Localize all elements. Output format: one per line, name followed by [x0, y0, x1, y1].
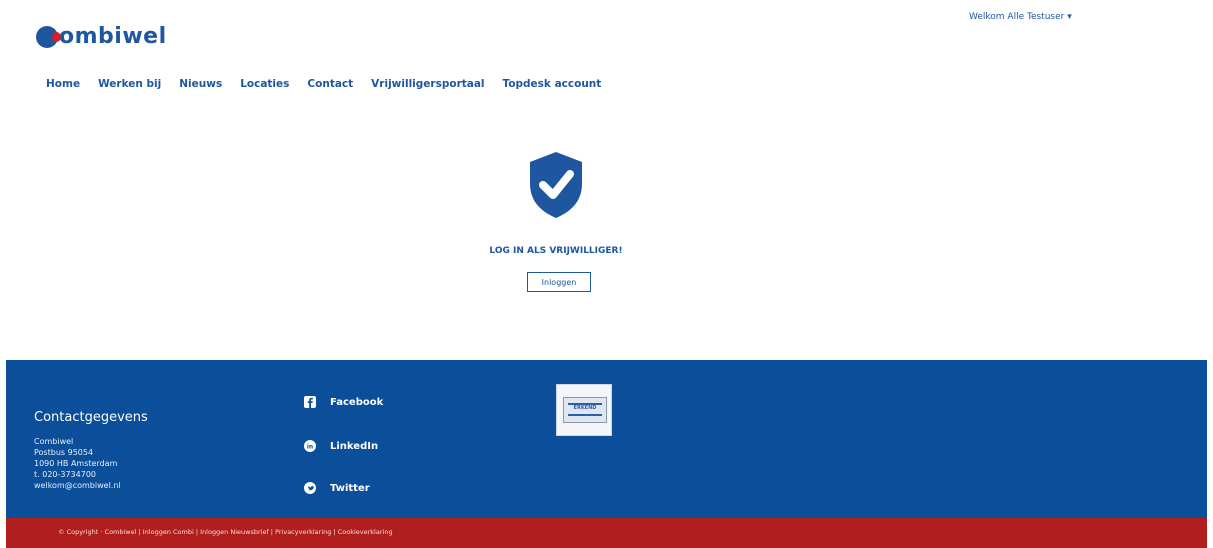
facebook-label: Facebook	[330, 396, 384, 408]
twitter-icon	[304, 482, 316, 494]
linkedin-label: LinkedIn	[330, 440, 379, 452]
nav-vrijwilligersportaal[interactable]: Vrijwilligersportaal	[371, 78, 484, 90]
contact-line: Postbus 95054	[34, 448, 94, 457]
nav-home[interactable]: Home	[46, 78, 80, 90]
main-nav: Home Werken bij Nieuws Locaties Contact …	[46, 78, 619, 90]
copyright-text[interactable]: © Copyright · Combiwel | Inloggen Combi …	[58, 528, 393, 536]
linkedin-icon: in	[304, 440, 316, 452]
logo-text: ombiwel	[59, 24, 167, 49]
twitter-link[interactable]: Twitter	[304, 482, 370, 494]
facebook-link[interactable]: Facebook	[304, 396, 383, 408]
shield-check-icon	[530, 152, 582, 218]
logo-mark-icon	[36, 25, 61, 48]
svg-text:in: in	[307, 443, 313, 450]
contact-email[interactable]: welkom@combiwel.nl	[34, 480, 121, 491]
page: ombiwel Welkom Alle Testuser ▾ Home Werk…	[6, 0, 1207, 548]
login-button[interactable]: Inloggen	[527, 272, 591, 292]
footer: Contactgegevens Combiwel Postbus 95054 1…	[6, 360, 1207, 518]
linkedin-link[interactable]: in LinkedIn	[304, 440, 378, 452]
login-title: LOG IN ALS VRIJWILLIGER!	[489, 246, 623, 256]
nav-topdesk-account[interactable]: Topdesk account	[503, 78, 602, 90]
badge-frame: ERKEND	[563, 397, 607, 423]
certification-badge: ERKEND	[556, 384, 612, 436]
twitter-label: Twitter	[330, 482, 370, 494]
logo[interactable]: ombiwel	[36, 24, 167, 49]
facebook-icon	[304, 396, 316, 408]
nav-nieuws[interactable]: Nieuws	[179, 78, 222, 90]
contact-line: 1090 HB Amsterdam	[34, 459, 118, 468]
contact-details: Combiwel Postbus 95054 1090 HB Amsterdam…	[34, 436, 121, 491]
badge-label: ERKEND	[573, 405, 597, 411]
contact-line: t. 020-3734700	[34, 470, 97, 479]
nav-contact[interactable]: Contact	[307, 78, 353, 90]
nav-werken-bij[interactable]: Werken bij	[98, 78, 161, 90]
nav-locaties[interactable]: Locaties	[240, 78, 289, 90]
contact-title: Contactgegevens	[34, 410, 148, 425]
user-menu[interactable]: Welkom Alle Testuser ▾	[969, 12, 1072, 22]
copyright-bar: © Copyright · Combiwel | Inloggen Combi …	[6, 518, 1207, 548]
badge-stripe	[568, 414, 602, 416]
contact-line: Combiwel	[34, 437, 74, 446]
